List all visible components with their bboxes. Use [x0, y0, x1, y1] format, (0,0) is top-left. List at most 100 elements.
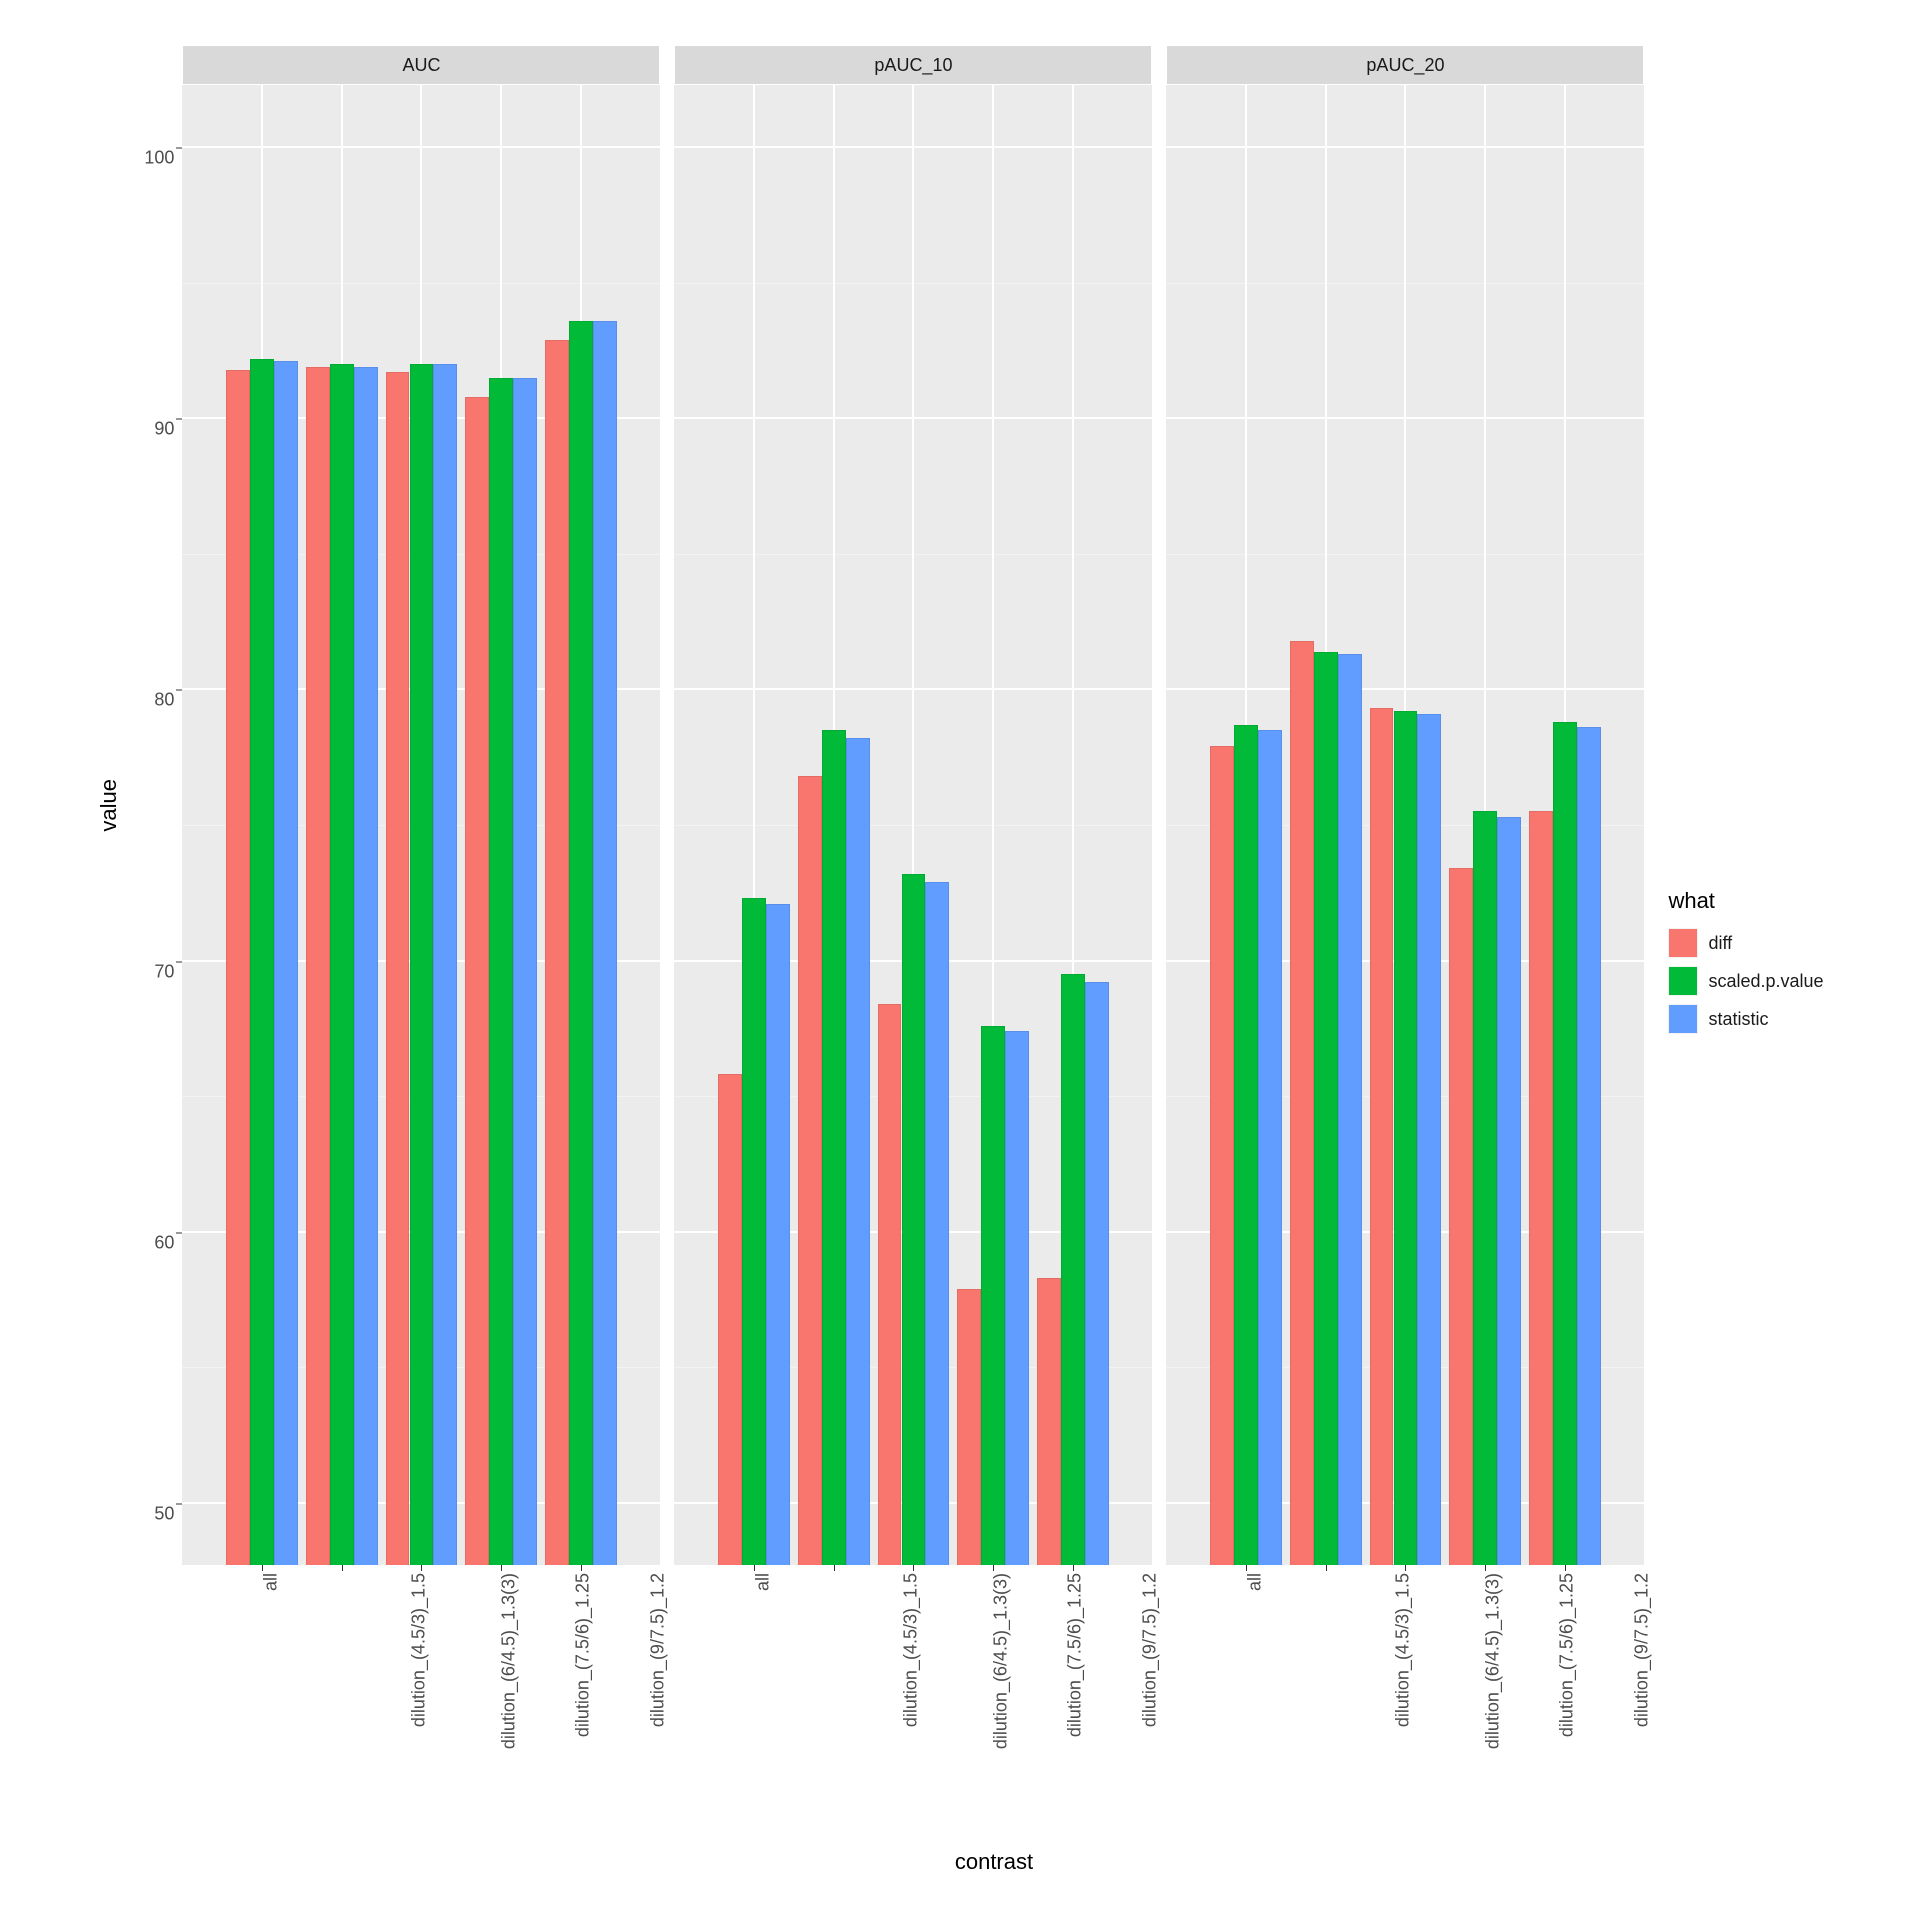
facet-AUC: AUCalldilution_(4.5/3)_1.5dilution_(6/4.… [182, 45, 660, 1845]
bar [1258, 730, 1282, 1565]
x-tick-label: dilution_(7.5/6)_1.25 [1065, 1573, 1086, 1737]
bar [1370, 708, 1394, 1565]
x-tick-mark [1485, 1565, 1486, 1571]
x-tick-mark [1405, 1565, 1406, 1571]
x-tick-mark [342, 1565, 343, 1571]
legend-item-statistic: statistic [1668, 1004, 1823, 1034]
bar [386, 372, 410, 1565]
x-tick-label: dilution_(4.5/3)_1.5 [408, 1573, 429, 1727]
x-tick-mark [1073, 1565, 1074, 1571]
bar [1417, 714, 1441, 1565]
x-tick-mark [993, 1565, 994, 1571]
x-tick-label: dilution_(6/4.5)_1.3(3) [1483, 1573, 1504, 1749]
y-tick-label: 60 [154, 1232, 174, 1253]
bar [902, 874, 926, 1565]
x-tick-mark [262, 1565, 263, 1571]
x-axis-ticks: all dilution_(4.5/3)_1.5 dilution_(6/4.5)_… [674, 1565, 1152, 1845]
x-tick-mark [1326, 1565, 1327, 1571]
bar [513, 378, 537, 1565]
legend-item-scaled-p-value: scaled.p.value [1668, 966, 1823, 996]
bar [981, 1026, 1005, 1565]
bar [306, 367, 330, 1565]
y-axis-ticks: 5060708090100 [132, 85, 182, 1565]
bar [1234, 725, 1258, 1565]
chart-area: value 5060708090100 AUCalldilution_(4.5/… [96, 45, 1823, 1875]
legend-swatch [1669, 929, 1697, 957]
x-tick-label: dilution_(9/7.5)_1.2 [1631, 1573, 1652, 1727]
legend-key [1668, 1004, 1698, 1034]
plot-panel [182, 85, 660, 1565]
plot-panel [1166, 85, 1644, 1565]
x-tick-label: all [753, 1573, 774, 1591]
bar [1314, 652, 1338, 1565]
x-tick-mark [834, 1565, 835, 1571]
bar [1577, 727, 1601, 1565]
bar [798, 776, 822, 1565]
x-tick-label: dilution_(9/7.5)_1.2 [1139, 1573, 1160, 1727]
legend-label: scaled.p.value [1708, 971, 1823, 992]
x-axis-ticks: alldilution_(4.5/3)_1.5dilution_(6/4.5)_… [182, 1565, 660, 1845]
facet-strip: pAUC_20 [1166, 45, 1644, 85]
bar [925, 882, 949, 1565]
x-tick-mark [501, 1565, 502, 1571]
bar [1449, 868, 1473, 1565]
x-tick-label: dilution_(9/7.5)_1.2 [647, 1573, 668, 1727]
legend-key [1668, 966, 1698, 996]
x-tick-mark [421, 1565, 422, 1571]
y-tick-label: 90 [154, 419, 174, 440]
x-tick-mark [1246, 1565, 1247, 1571]
bar [1338, 654, 1362, 1565]
bar [1553, 722, 1577, 1565]
x-tick-label: all [1245, 1573, 1266, 1591]
bar [226, 370, 250, 1565]
bar [1005, 1031, 1029, 1565]
x-tick-label: dilution_(4.5/3)_1.5 [1392, 1573, 1413, 1727]
legend-label: diff [1708, 933, 1732, 954]
bar [718, 1074, 742, 1565]
x-tick-label: dilution_(4.5/3)_1.5 [900, 1573, 921, 1727]
x-tick-mark [581, 1565, 582, 1571]
legend-swatch [1669, 967, 1697, 995]
legend-items: diff scaled.p.value statistic [1668, 928, 1823, 1034]
bar [1497, 817, 1521, 1565]
x-axis-ticks: all dilution_(4.5/3)_1.5 dilution_(6/4.5)_… [1166, 1565, 1644, 1845]
bar [330, 364, 354, 1565]
bar [742, 898, 766, 1565]
bar [593, 321, 617, 1565]
facet-pAUC_10: pAUC_10all dilution_(4.5/3)_1.5 dilution_(… [674, 45, 1152, 1845]
plot-panel [674, 85, 1152, 1565]
legend-key [1668, 928, 1698, 958]
bar [274, 361, 298, 1565]
bar [878, 1004, 902, 1565]
legend-title: what [1668, 888, 1823, 914]
bar [410, 364, 434, 1565]
bar [957, 1289, 981, 1565]
x-tick-label: dilution_(6/4.5)_1.3(3) [991, 1573, 1012, 1749]
legend: what diff scaled.p.value statistic [1668, 888, 1823, 1042]
facet-strip: pAUC_10 [674, 45, 1152, 85]
bar [250, 359, 274, 1565]
x-tick-label: dilution_(7.5/6)_1.25 [1557, 1573, 1578, 1737]
x-tick-label: dilution_(7.5/6)_1.25 [573, 1573, 594, 1737]
bar [1085, 982, 1109, 1565]
y-axis: value 5060708090100 [96, 45, 182, 1565]
chart-root: value 5060708090100 AUCalldilution_(4.5/… [20, 20, 1900, 1900]
facets: AUCalldilution_(4.5/3)_1.5dilution_(6/4.… [182, 45, 1644, 1845]
bar [489, 378, 513, 1565]
bar [1290, 641, 1314, 1565]
x-tick-label: all [261, 1573, 282, 1591]
bar [1037, 1278, 1061, 1565]
y-tick-label: 100 [144, 148, 174, 169]
bar [1210, 746, 1234, 1565]
bar [822, 730, 846, 1565]
y-tick-label: 50 [154, 1503, 174, 1524]
bar [1473, 811, 1497, 1565]
legend-swatch [1669, 1005, 1697, 1033]
bar [846, 738, 870, 1565]
x-tick-mark [1565, 1565, 1566, 1571]
bar [1061, 974, 1085, 1565]
bar [766, 904, 790, 1565]
bar [465, 397, 489, 1565]
bar [1394, 711, 1418, 1565]
y-tick-label: 80 [154, 690, 174, 711]
